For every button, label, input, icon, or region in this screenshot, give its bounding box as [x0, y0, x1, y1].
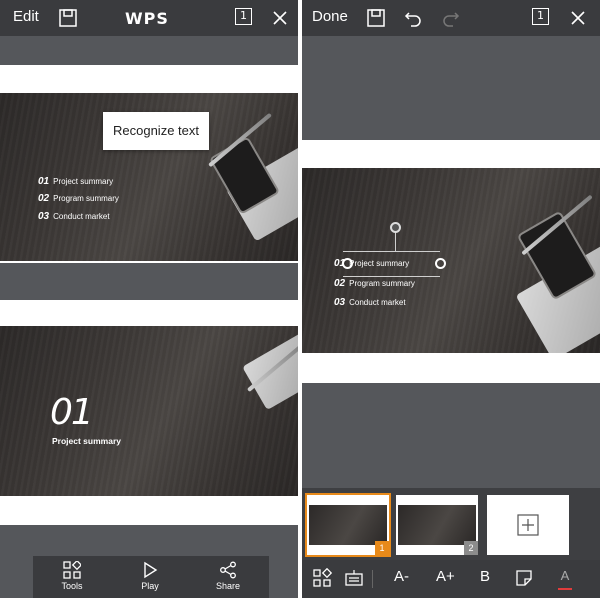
slide-1-item-1: 01 Project summary	[38, 176, 114, 187]
share-button[interactable]: Share	[198, 556, 258, 598]
edit-top-toolbar: Done 1	[302, 0, 600, 36]
redo-icon[interactable]	[441, 8, 461, 28]
slide-2-photo	[0, 326, 298, 496]
save-icon[interactable]	[58, 8, 78, 28]
edit-button[interactable]: Edit	[13, 8, 39, 25]
font-color-button[interactable]: A	[558, 568, 572, 590]
section-number: 01	[50, 392, 94, 433]
bold-button[interactable]: B	[480, 568, 490, 590]
rotate-connector	[395, 232, 396, 251]
close-icon[interactable]	[270, 8, 290, 28]
selection-handle-left[interactable]	[342, 258, 353, 269]
share-icon	[220, 561, 236, 579]
slide-thumbnail-1[interactable]: 1	[305, 493, 391, 557]
page-indicator[interactable]: 1	[235, 8, 252, 25]
highlight-icon[interactable]	[514, 568, 534, 590]
edit-slide-item-3[interactable]: 03 Conduct market	[334, 297, 406, 308]
format-toolbar: A- A+ B A	[302, 560, 600, 598]
recognize-text-button[interactable]: Recognize text	[103, 112, 209, 150]
plus-icon	[517, 514, 539, 536]
undo-icon[interactable]	[403, 8, 423, 28]
text-selection-box[interactable]	[343, 251, 440, 277]
slide-number-badge: 1	[375, 541, 389, 555]
wps-logo: WPS	[125, 9, 169, 28]
rotate-handle[interactable]	[390, 222, 401, 233]
save-icon[interactable]	[366, 8, 386, 28]
slide-number-badge: 2	[464, 541, 478, 555]
tools-icon	[63, 561, 81, 579]
top-toolbar: Edit WPS 1	[0, 0, 298, 36]
slide-1-item-2: 02 Program summary	[38, 193, 119, 204]
share-label: Share	[215, 581, 241, 591]
done-button[interactable]: Done	[312, 8, 348, 25]
add-slide-button[interactable]	[487, 495, 569, 555]
play-label: Play	[141, 581, 159, 591]
edit-slide-item-2[interactable]: 02 Program summary	[334, 278, 415, 289]
toolbar-divider	[372, 570, 373, 588]
page-indicator[interactable]: 1	[532, 8, 549, 25]
section-title: Project summary	[52, 436, 121, 446]
font-smaller-button[interactable]: A-	[394, 568, 409, 590]
selection-handle-right[interactable]	[435, 258, 446, 269]
tools-button[interactable]: Tools	[42, 556, 102, 598]
keyboard-icon[interactable]	[344, 568, 364, 590]
presentation-view-pane: Edit WPS 1 01 Project summary 02 Program s…	[0, 0, 298, 598]
play-button[interactable]: Play	[120, 556, 180, 598]
slide-thumbnail-2[interactable]: 2	[396, 495, 478, 555]
font-larger-button[interactable]: A+	[436, 568, 455, 590]
tools-label: Tools	[61, 581, 83, 591]
slide-thumbnail-strip: 1 2	[302, 488, 600, 560]
bottom-action-bar: Tools Play Share	[33, 556, 269, 598]
close-icon[interactable]	[568, 8, 588, 28]
tools-grid-icon[interactable]	[312, 568, 332, 590]
slide-1-item-3: 03 Conduct market	[38, 211, 110, 222]
play-icon	[144, 561, 158, 579]
